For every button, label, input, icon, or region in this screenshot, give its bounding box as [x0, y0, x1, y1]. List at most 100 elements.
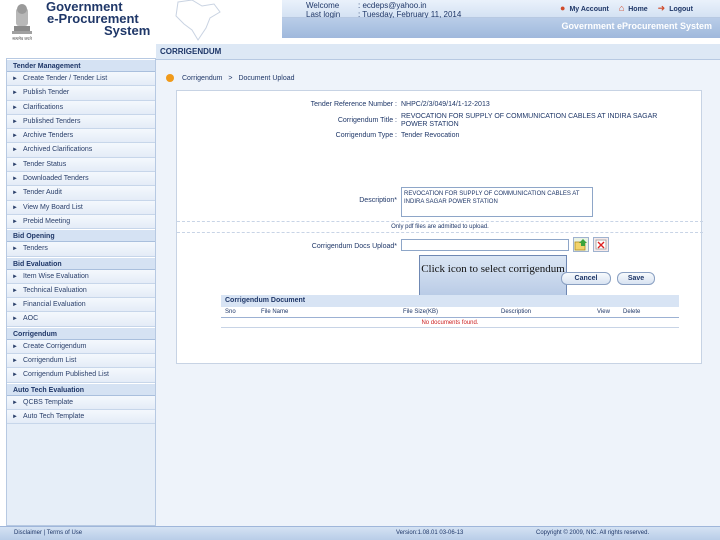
- arrow-right-icon: ►: [12, 358, 18, 365]
- sidebar-item-label: Financial Evaluation: [23, 301, 86, 309]
- sidebar-item-corrigendum-published-list[interactable]: ► Corrigendum Published List: [7, 368, 155, 383]
- delete-file-icon[interactable]: [593, 237, 609, 252]
- sidebar-item-clarifications[interactable]: ► Clarifications: [7, 100, 155, 115]
- sidebar-section-tender-management[interactable]: Tender Management: [7, 59, 155, 72]
- sidebar-item-aoc[interactable]: ► AOC: [7, 312, 155, 327]
- footer-copyright: Copyright © 2009, NIC. All rights reserv…: [536, 530, 650, 536]
- home-link[interactable]: Home: [628, 6, 647, 13]
- my-account-link[interactable]: My Account: [569, 6, 608, 13]
- sidebar-item-label: Archive Tenders: [23, 132, 74, 140]
- sidebar-item-label: Auto Tech Template: [23, 412, 85, 420]
- sidebar-item-label: Create Corrigendum: [23, 342, 87, 350]
- logout-link[interactable]: Logout: [669, 6, 693, 13]
- delete-icon-graphic: [595, 239, 607, 250]
- sidebar-item-label: Downloaded Tenders: [23, 175, 89, 183]
- arrow-right-icon: ►: [12, 204, 18, 211]
- breadcrumb: Corrigendum > Document Upload: [166, 74, 295, 82]
- arrow-right-icon: ►: [12, 104, 18, 111]
- user-icon: ●: [560, 3, 566, 13]
- sidebar-item-prebid-meeting[interactable]: ► Prebid Meeting: [7, 214, 155, 230]
- pdf-only-note: Only pdf files are admitted to upload.: [177, 221, 703, 233]
- brand-line-3: System: [104, 23, 151, 38]
- upload-icon-graphic: [574, 239, 587, 251]
- breadcrumb-corrigendum[interactable]: Corrigendum: [182, 75, 222, 82]
- arrow-right-icon: ►: [12, 302, 18, 309]
- table-title: Corrigendum Document: [221, 295, 679, 307]
- sidebar-item-create-tender[interactable]: ► Create Tender / Tender List: [7, 72, 155, 87]
- arrow-right-icon: ►: [12, 372, 18, 379]
- sidebar-section-auto-tech-evaluation[interactable]: Auto Tech Evaluation: [7, 382, 155, 396]
- description-textarea[interactable]: REVOCATION FOR SUPPLY OF COMMUNICATION C…: [401, 187, 593, 217]
- sidebar-item-label: Corrigendum List: [23, 357, 77, 365]
- national-emblem-icon: [12, 4, 32, 34]
- page-title: CORRIGENDUM: [160, 47, 222, 56]
- corrigendum-type-label: Corrigendum Type :: [335, 132, 397, 139]
- sidebar-item-auto-tech-template[interactable]: ► Auto Tech Template: [7, 409, 155, 425]
- welcome-label: Welcome: [306, 1, 340, 10]
- breadcrumb-separator: >: [228, 74, 233, 82]
- sidebar-item-label: Technical Evaluation: [23, 286, 87, 294]
- logout-icon: ➜: [657, 3, 666, 13]
- sidebar-item-technical-evaluation[interactable]: ► Technical Evaluation: [7, 283, 155, 299]
- arrow-right-icon: ►: [12, 147, 18, 154]
- table-header-row: Sno File Name File Size(KB) Description …: [221, 307, 679, 318]
- cancel-button[interactable]: Cancel: [561, 272, 611, 285]
- footer-links[interactable]: Disclaimer | Terms of Use: [14, 530, 82, 536]
- sidebar-item-label: View My Board List: [23, 203, 83, 211]
- col-view: View: [597, 309, 610, 315]
- arrow-right-icon: ►: [12, 176, 18, 183]
- top-links: ● My Account ⌂ Home ➜ Logout: [560, 3, 693, 14]
- sidebar-section-bid-evaluation[interactable]: Bid Evaluation: [7, 256, 155, 270]
- save-button[interactable]: Save: [617, 272, 655, 285]
- description-label: Description*: [359, 197, 397, 204]
- sidebar-item-label: AOC: [23, 315, 39, 323]
- empty-table-message: No documents found.: [221, 318, 679, 328]
- sidebar-item-tenders[interactable]: ► Tenders: [7, 242, 155, 257]
- system-title: Government eProcurement System: [561, 21, 712, 31]
- sidebar-item-archive-tenders[interactable]: ► Archive Tenders: [7, 129, 155, 144]
- sidebar-item-label: QCBS Template: [23, 398, 74, 406]
- sidebar-item-create-corrigendum[interactable]: ► Create Corrigendum: [7, 339, 155, 355]
- col-description: Description: [501, 309, 532, 315]
- sidebar-menu: Tender Management ► Create Tender / Tende…: [6, 58, 156, 526]
- india-map-icon: [175, 0, 221, 41]
- sidebar-item-archived-clarifications[interactable]: ► Archived Clarifications: [7, 143, 155, 158]
- sidebar-item-view-board-list[interactable]: ► View My Board List: [7, 200, 155, 215]
- header: सत्यमेव जयते Government e-Procurement Sy…: [0, 0, 720, 42]
- sidebar-item-item-wise-evaluation[interactable]: ► Item Wise Evaluation: [7, 269, 155, 284]
- col-delete: Delete: [623, 309, 641, 315]
- emblem-caption: सत्यमेव जयते: [12, 36, 32, 41]
- upload-label: Corrigendum Docs Upload*: [311, 243, 397, 250]
- col-sno: Sno: [225, 309, 236, 315]
- arrow-right-icon: ►: [12, 343, 18, 350]
- site-logo-text: Government e-Procurement System: [46, 0, 151, 38]
- sidebar-item-downloaded-tenders[interactable]: ► Downloaded Tenders: [7, 172, 155, 187]
- sidebar-item-label: Tenders: [23, 245, 48, 253]
- sidebar-item-tender-status[interactable]: ► Tender Status: [7, 157, 155, 173]
- arrow-right-icon: ►: [12, 190, 18, 197]
- sidebar-item-corrigendum-list[interactable]: ► Corrigendum List: [7, 354, 155, 369]
- sidebar-item-label: Prebid Meeting: [23, 217, 71, 225]
- bullet-icon: [166, 74, 174, 82]
- arrow-right-icon: ►: [12, 316, 18, 323]
- arrow-right-icon: ►: [12, 399, 18, 406]
- upload-icon[interactable]: [573, 237, 589, 252]
- arrow-right-icon: ►: [12, 287, 18, 294]
- sidebar-item-publish-tender[interactable]: ► Publish Tender: [7, 86, 155, 101]
- upload-form-panel: Tender Reference Number : NHPC/2/3/049/1…: [176, 90, 703, 364]
- arrow-right-icon: ►: [12, 413, 18, 420]
- arrow-right-icon: ►: [12, 118, 18, 125]
- sidebar-section-corrigendum[interactable]: Corrigendum: [7, 326, 155, 340]
- sidebar-item-qcbs-template[interactable]: ► QCBS Template: [7, 395, 155, 410]
- col-file-size: File Size(KB): [403, 309, 439, 315]
- arrow-right-icon: ►: [12, 246, 18, 253]
- sidebar-item-tender-audit[interactable]: ► Tender Audit: [7, 186, 155, 201]
- file-path-input[interactable]: [401, 239, 569, 251]
- sidebar-section-bid-opening[interactable]: Bid Opening: [7, 229, 155, 243]
- page-header: CORRIGENDUM: [156, 44, 720, 60]
- tender-ref-value: NHPC/2/3/049/14/1-12-2013: [401, 101, 490, 108]
- sidebar-item-label: Corrigendum Published List: [23, 371, 109, 379]
- sidebar-item-financial-evaluation[interactable]: ► Financial Evaluation: [7, 298, 155, 313]
- arrow-right-icon: ►: [12, 133, 18, 140]
- sidebar-item-published-tenders[interactable]: ► Published Tenders: [7, 114, 155, 130]
